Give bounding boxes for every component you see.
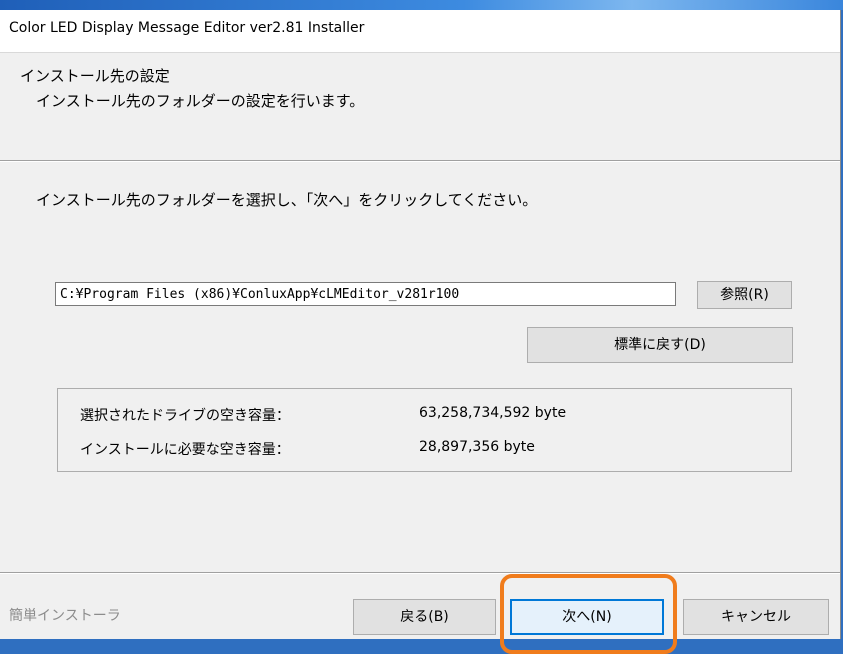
required-space-label: インストールに必要な空き容量： xyxy=(80,442,290,458)
browse-button[interactable]: 参照(R) xyxy=(697,281,792,309)
installer-brand-label: 簡単インストーラ xyxy=(9,608,121,624)
free-space-label: 選択されたドライブの空き容量： xyxy=(80,408,290,424)
install-path-input[interactable] xyxy=(55,282,676,306)
required-space-value: 28,897,356 byte xyxy=(419,439,535,455)
reset-default-button[interactable]: 標準に戻す(D) xyxy=(527,327,793,363)
page-subtitle: インストール先のフォルダーの設定を行います。 xyxy=(36,92,365,110)
disk-space-panel: 選択されたドライブの空き容量： 63,258,734,592 byte インスト… xyxy=(57,388,792,472)
header-divider xyxy=(0,160,840,162)
footer-divider xyxy=(0,572,840,574)
next-button[interactable]: 次へ(N) xyxy=(510,599,664,635)
page-title: インストール先の設定 xyxy=(20,67,170,85)
window-titlebar[interactable]: Color LED Display Message Editor ver2.81… xyxy=(0,10,840,53)
wizard-header: インストール先の設定 インストール先のフォルダーの設定を行います。 xyxy=(0,53,840,161)
window-title: Color LED Display Message Editor ver2.81… xyxy=(9,20,365,36)
installer-window: Color LED Display Message Editor ver2.81… xyxy=(0,10,841,654)
cancel-button[interactable]: キャンセル xyxy=(683,599,829,635)
back-button[interactable]: 戻る(B) xyxy=(353,599,496,635)
instruction-text: インストール先のフォルダーを選択し、「次へ」をクリックしてください。 xyxy=(36,191,538,209)
desktop-background xyxy=(0,0,843,10)
free-space-value: 63,258,734,592 byte xyxy=(419,405,567,421)
